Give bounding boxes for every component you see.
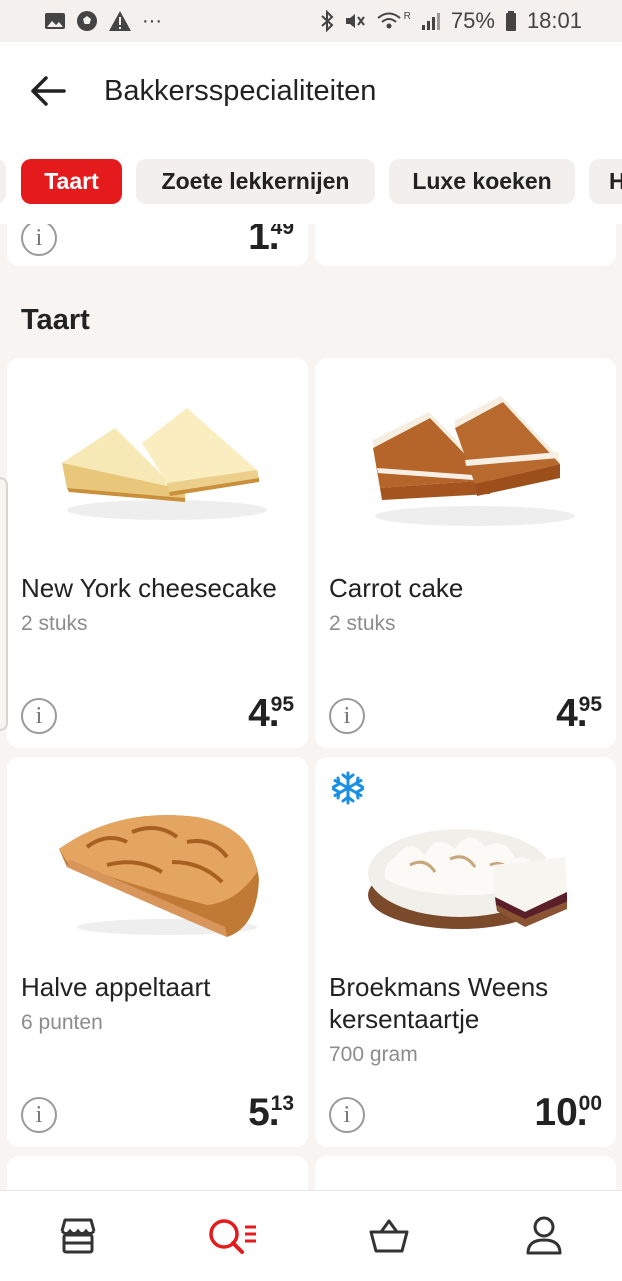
status-bar: ··· R 75% 18:01 — [0, 0, 622, 42]
apple-pie-image — [59, 815, 259, 937]
product-unit: 6 punten — [21, 1011, 103, 1034]
wifi-icon — [377, 12, 401, 29]
tab-taart[interactable]: Taart — [21, 159, 122, 204]
product-card-next[interactable] — [7, 1156, 308, 1190]
product-name: New York cheesecake — [21, 573, 277, 603]
edge-panel-handle[interactable] — [0, 477, 8, 731]
battery-percentage: 75% — [450, 8, 495, 33]
info-button[interactable]: i — [329, 1097, 365, 1133]
product-card[interactable]: Broekmans Weens kersentaartje 700 gram i… — [315, 757, 616, 1147]
product-card-previous-empty[interactable] — [315, 224, 616, 266]
product-unit: 2 stuks — [21, 612, 88, 635]
cheesecake-image — [62, 408, 267, 520]
info-button[interactable]: i — [21, 224, 57, 256]
info-button[interactable]: i — [21, 698, 57, 734]
mute-icon — [345, 14, 365, 28]
battery-icon — [505, 11, 516, 31]
product-card-next[interactable] — [315, 1156, 616, 1190]
tab-previous[interactable] — [0, 159, 6, 204]
product-price: 4. 95 — [556, 692, 602, 735]
product-unit: 700 gram — [329, 1043, 418, 1066]
product-list[interactable]: i 1. 49 Taart New York cheesecake 2 stuks… — [0, 224, 622, 1190]
product-price: 10. 00 — [534, 1091, 602, 1134]
nav-profile[interactable] — [494, 1196, 594, 1276]
info-button[interactable]: i — [329, 698, 365, 734]
bottom-navigation — [0, 1190, 622, 1281]
tab-luxe-koeken[interactable]: Luxe koeken — [389, 159, 575, 204]
nav-search[interactable] — [183, 1196, 283, 1276]
product-name: Halve appeltaart — [21, 972, 211, 1002]
product-name: Broekmans Weens kersentaartje — [329, 972, 549, 1034]
soccer-ball-icon — [77, 11, 97, 31]
nav-store[interactable] — [28, 1196, 128, 1276]
signal-icon — [421, 13, 440, 30]
product-price: 1. 49 — [248, 224, 294, 258]
product-card[interactable]: New York cheesecake 2 stuks i 4. 95 — [7, 358, 308, 748]
carrot-cake-image — [373, 396, 575, 526]
basket-icon — [369, 1219, 409, 1253]
warning-icon — [109, 11, 131, 31]
category-tabs: Taart Zoete lekkernijen Luxe koeken H — [0, 140, 622, 224]
nav-basket[interactable] — [339, 1196, 439, 1276]
profile-icon — [526, 1216, 562, 1255]
tab-zoete-lekkernijen[interactable]: Zoete lekkernijen — [136, 159, 375, 204]
back-button[interactable] — [0, 42, 96, 140]
search-list-icon — [209, 1219, 257, 1254]
app-header: Bakkersspecialiteiten — [0, 42, 622, 140]
product-card-previous[interactable]: i 1. 49 — [7, 224, 308, 266]
page-title: Bakkersspecialiteiten — [104, 74, 377, 107]
product-price: 4. 95 — [248, 692, 294, 735]
product-name: Carrot cake — [329, 573, 464, 603]
tab-next[interactable]: H — [589, 159, 622, 204]
section-title: Taart — [21, 304, 90, 336]
status-bar-system: R 75% 18:01 — [320, 8, 582, 34]
roaming-indicator: R — [403, 10, 411, 22]
product-card[interactable]: Halve appeltaart 6 punten i 5. 13 — [7, 757, 308, 1147]
product-price: 5. 13 — [248, 1091, 294, 1134]
product-unit: 2 stuks — [329, 612, 396, 635]
store-icon — [60, 1218, 96, 1254]
cherry-tart-image — [368, 829, 567, 929]
more-notifications-icon: ··· — [142, 9, 162, 32]
image-notification-icon — [45, 13, 65, 29]
product-card[interactable]: Carrot cake 2 stuks i 4. 95 — [315, 358, 616, 748]
info-button[interactable]: i — [21, 1097, 57, 1133]
status-bar-notifications: ··· — [44, 10, 162, 33]
clock: 18:01 — [526, 8, 582, 33]
arrow-left-icon — [31, 76, 66, 106]
bluetooth-icon — [320, 10, 334, 32]
